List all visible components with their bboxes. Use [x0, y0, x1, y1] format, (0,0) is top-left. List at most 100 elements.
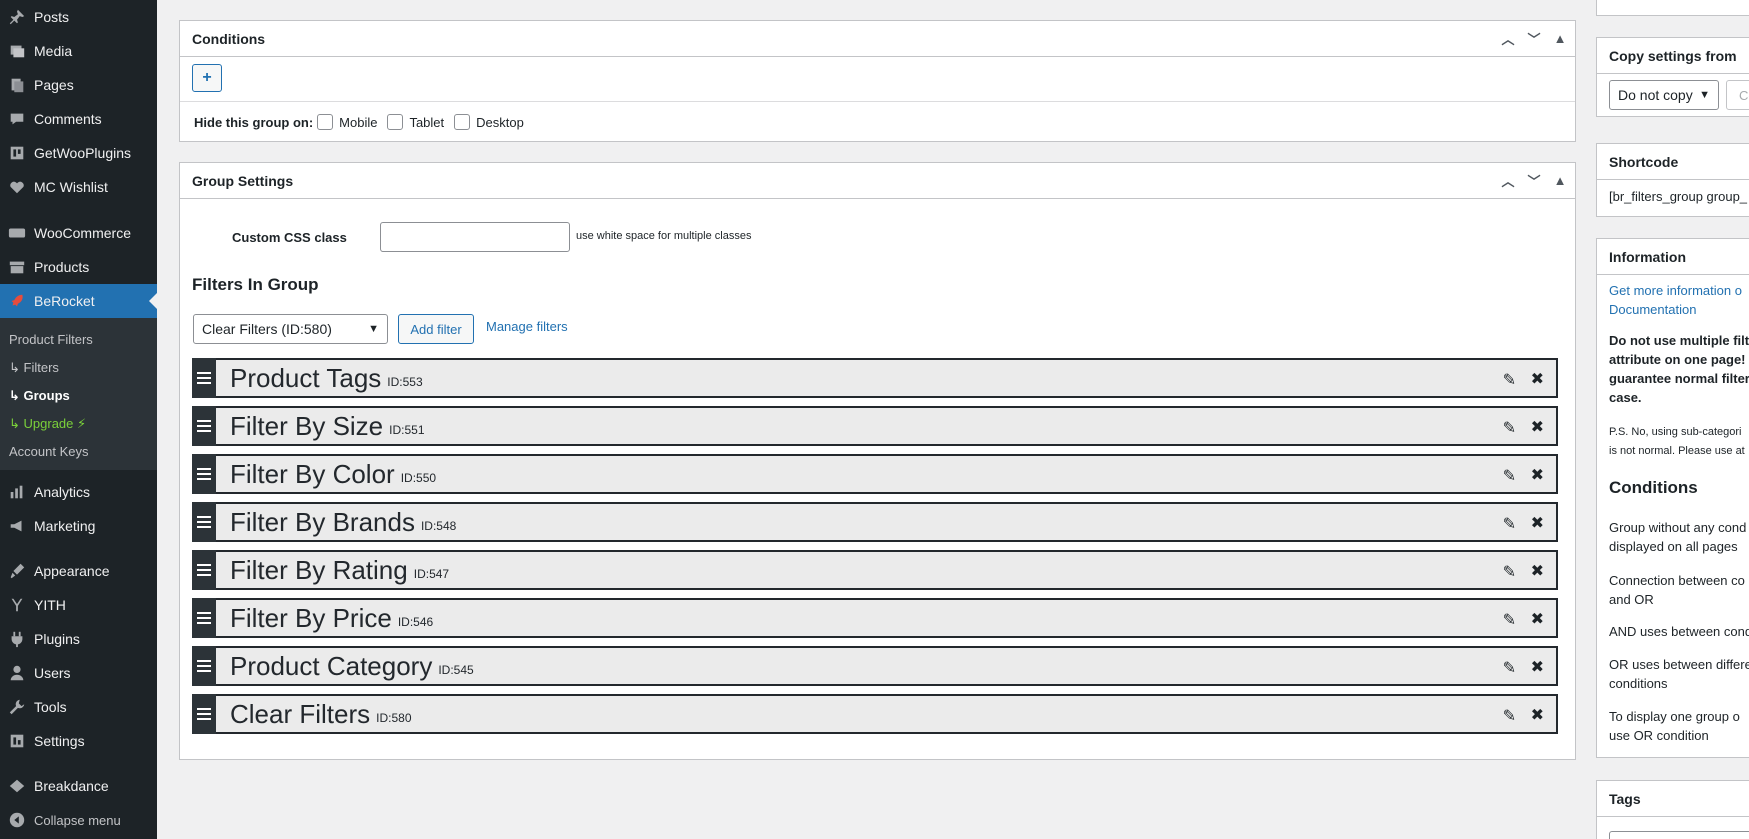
filter-name: Product Tags: [230, 362, 382, 393]
chart-icon: [0, 483, 34, 501]
conditions-help-text: Connection between co: [1609, 573, 1745, 588]
copy-button[interactable]: Co: [1726, 80, 1749, 110]
menu-item-pages[interactable]: Pages: [0, 68, 157, 102]
menu-item-media[interactable]: Media: [0, 34, 157, 68]
close-icon[interactable]: ✖: [1531, 561, 1544, 581]
menu-item-products[interactable]: Products: [0, 250, 157, 284]
menu-item-yith[interactable]: YITH: [0, 588, 157, 622]
info-link[interactable]: Get more information o: [1609, 281, 1742, 300]
filter-select[interactable]: Clear Filters (ID:580) ▼: [193, 314, 388, 344]
menu-item-marketing[interactable]: Marketing: [0, 509, 157, 543]
filter-row[interactable]: Filter By Size ID:551 ✎ ✖: [192, 406, 1558, 446]
chevron-down-icon: ▼: [368, 323, 379, 335]
pencil-icon[interactable]: ✎: [1503, 514, 1516, 534]
drag-handle-icon[interactable]: [192, 502, 216, 542]
pencil-icon[interactable]: ✎: [1503, 706, 1516, 726]
copy-settings-select[interactable]: Do not copy ▼: [1609, 80, 1719, 110]
conditions-help-text: use OR condition: [1609, 728, 1709, 743]
drag-handle-icon[interactable]: [192, 454, 216, 494]
drag-handle-icon[interactable]: [192, 646, 216, 686]
submenu-groups[interactable]: ↳ Groups: [9, 388, 70, 404]
megaphone-icon: [0, 517, 34, 535]
filter-name: Filter By Rating: [230, 554, 408, 585]
tablet-checkbox[interactable]: [387, 114, 404, 130]
filter-row[interactable]: Filter By Color ID:550 ✎ ✖: [192, 454, 1558, 494]
close-icon[interactable]: ✖: [1531, 609, 1544, 629]
menu-item-appearance[interactable]: Appearance: [0, 554, 157, 588]
filter-id: ID:553: [387, 375, 423, 389]
menu-item-breakdance[interactable]: Breakdance: [0, 769, 157, 803]
custom-css-input[interactable]: [380, 222, 570, 252]
filter-row[interactable]: Clear Filters ID:580 ✎ ✖: [192, 694, 1558, 734]
menu-item-users[interactable]: Users: [0, 656, 157, 690]
filter-row[interactable]: Filter By Price ID:546 ✎ ✖: [192, 598, 1558, 638]
drag-handle-icon[interactable]: [192, 550, 216, 590]
menu-item-comments[interactable]: Comments: [0, 102, 157, 136]
sub-arrow-icon: ↳: [9, 416, 24, 431]
chevron-up-icon[interactable]: ︿: [1499, 29, 1517, 48]
mobile-checkbox[interactable]: [317, 114, 334, 130]
chevron-down-icon[interactable]: ﹀: [1525, 29, 1543, 48]
close-icon[interactable]: ✖: [1531, 465, 1544, 485]
chevron-down-icon[interactable]: ﹀: [1525, 171, 1543, 190]
filter-row[interactable]: Filter By Rating ID:547 ✎ ✖: [192, 550, 1558, 590]
pencil-icon[interactable]: ✎: [1503, 370, 1516, 390]
menu-item-posts[interactable]: Posts: [0, 0, 157, 34]
pencil-icon[interactable]: ✎: [1503, 658, 1516, 678]
filter-row[interactable]: Filter By Brands ID:548 ✎ ✖: [192, 502, 1558, 542]
submenu-filters[interactable]: ↳ Filters: [9, 360, 59, 376]
copy-settings-panel: Copy settings from Do not copy▼ Co: [1596, 37, 1749, 117]
add-filter-button[interactable]: Add filter: [398, 314, 474, 344]
close-icon[interactable]: ✖: [1531, 513, 1544, 533]
chevron-up-icon[interactable]: ︿: [1499, 171, 1517, 190]
menu-item-berocket[interactable]: BeRocket: [0, 284, 157, 318]
pencil-icon[interactable]: ✎: [1503, 562, 1516, 582]
pencil-icon[interactable]: ✎: [1503, 610, 1516, 630]
woo-icon: [0, 224, 34, 242]
close-icon[interactable]: ✖: [1531, 657, 1544, 677]
menu-item-getwooplugins[interactable]: GetWooPlugins: [0, 136, 157, 170]
add-condition-button[interactable]: +: [192, 64, 222, 92]
copy-settings-title: Copy settings from: [1597, 38, 1749, 74]
toggle-triangle-icon[interactable]: ▲: [1551, 31, 1569, 46]
pencil-icon[interactable]: ✎: [1503, 466, 1516, 486]
top-right-box: [1596, 0, 1749, 16]
close-icon[interactable]: ✖: [1531, 417, 1544, 437]
breakdance-icon: [0, 777, 34, 795]
filters-in-group-heading: Filters In Group: [192, 275, 319, 294]
pencil-icon[interactable]: ✎: [1503, 418, 1516, 438]
collapse-menu[interactable]: Collapse menu: [0, 803, 157, 837]
submenu-account-keys[interactable]: Account Keys: [9, 444, 89, 459]
menu-item-woocommerce[interactable]: WooCommerce: [0, 216, 157, 250]
drag-handle-icon[interactable]: [192, 694, 216, 734]
desktop-checkbox[interactable]: [454, 114, 471, 130]
submenu-upgrade[interactable]: ↳ Upgrade ⚡: [9, 416, 86, 432]
close-icon[interactable]: ✖: [1531, 369, 1544, 389]
drag-handle-icon[interactable]: [192, 358, 216, 398]
filter-row[interactable]: Product Tags ID:553 ✎ ✖: [192, 358, 1558, 398]
menu-item-plugins[interactable]: Plugins: [0, 622, 157, 656]
tags-panel: Tags: [1596, 780, 1749, 839]
menu-item-settings[interactable]: Settings: [0, 724, 157, 758]
filter-id: ID:580: [376, 711, 412, 725]
sub-arrow-icon: ↳: [9, 360, 24, 375]
manage-filters-link[interactable]: Manage filters: [486, 319, 568, 334]
documentation-link[interactable]: Documentation: [1609, 300, 1696, 319]
filter-name: Filter By Color: [230, 458, 395, 489]
tags-input[interactable]: [1609, 831, 1749, 839]
filter-row[interactable]: Product Category ID:545 ✎ ✖: [192, 646, 1558, 686]
menu-item-analytics[interactable]: Analytics: [0, 475, 157, 509]
submenu-product-filters[interactable]: Product Filters: [9, 332, 93, 347]
drag-handle-icon[interactable]: [192, 406, 216, 446]
menu-item-mc-wishlist[interactable]: MC Wishlist: [0, 170, 157, 204]
pin-icon: [0, 8, 34, 26]
drag-handle-icon[interactable]: [192, 598, 216, 638]
toggle-triangle-icon[interactable]: ▲: [1551, 173, 1569, 188]
close-icon[interactable]: ✖: [1531, 705, 1544, 725]
archive-icon: [0, 258, 34, 276]
conditions-help-text: conditions: [1609, 676, 1668, 691]
filter-name: Clear Filters: [230, 698, 371, 729]
filter-name: Filter By Price: [230, 602, 392, 633]
ps-note: P.S. No, using sub-categori: [1609, 426, 1742, 438]
menu-item-tools[interactable]: Tools: [0, 690, 157, 724]
